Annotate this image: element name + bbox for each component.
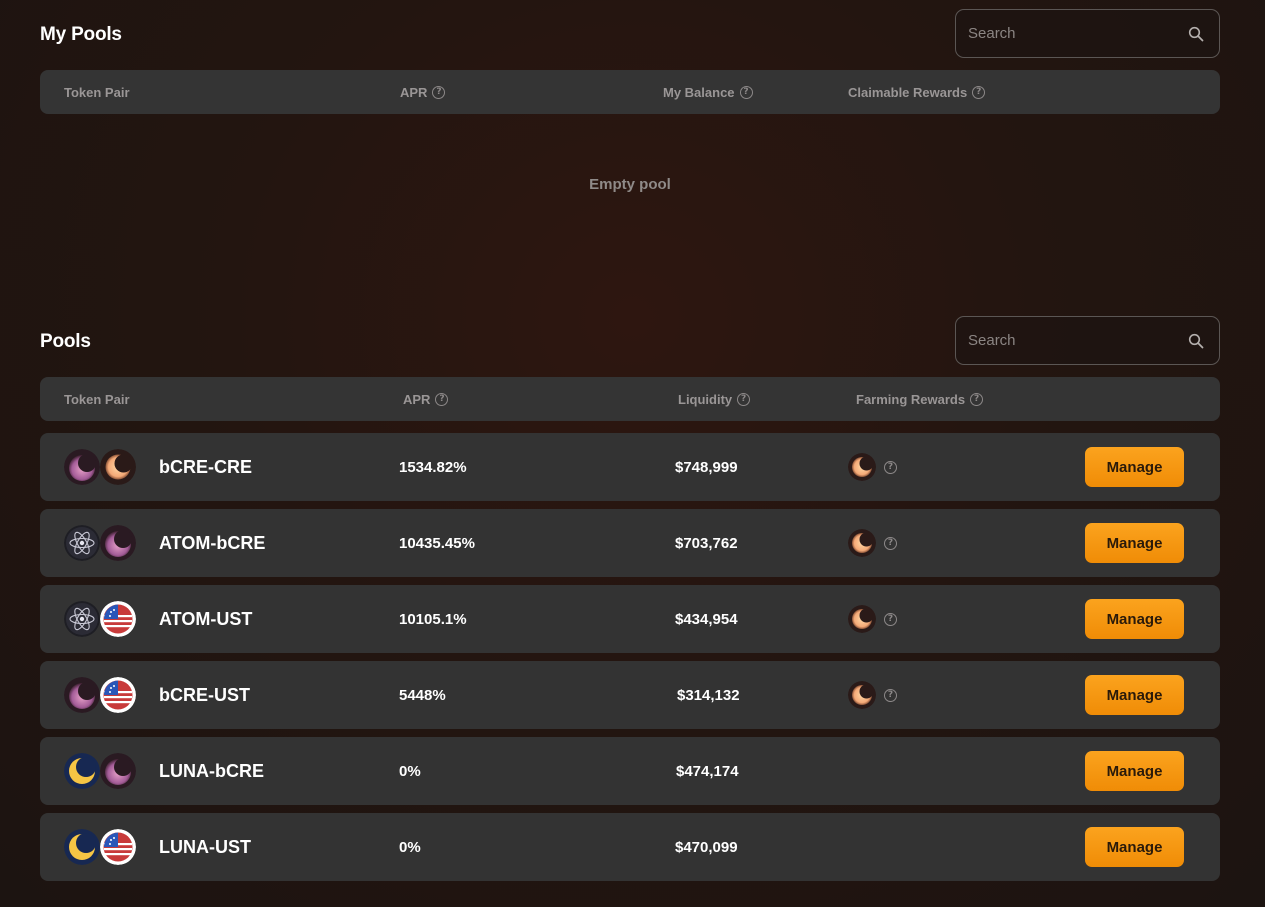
pool-row[interactable]: LUNA-UST 0% $470,099 Manage <box>40 813 1220 881</box>
pool-liquidity: $470,099 <box>675 838 738 856</box>
pools-search-box[interactable] <box>955 316 1220 365</box>
pool-row[interactable]: LUNA-bCRE 0% $474,174 Manage <box>40 737 1220 805</box>
search-icon[interactable] <box>1187 332 1205 350</box>
farming-rewards: ? <box>848 529 897 557</box>
col-liquidity: Liquidity? <box>678 377 751 421</box>
help-icon[interactable]: ? <box>884 536 897 550</box>
col-my-balance: My Balance? <box>663 70 753 114</box>
ust-token-icon <box>100 677 136 713</box>
col-token-pair: Token Pair <box>64 391 130 407</box>
luna-token-icon <box>64 829 100 865</box>
pool-row[interactable]: bCRE-CRE 1534.82% $748,999? Manage <box>40 433 1220 501</box>
atom-token-icon <box>64 601 100 637</box>
help-icon[interactable]: ? <box>884 612 897 626</box>
col-apr: APR? <box>400 70 446 114</box>
manage-button[interactable]: Manage <box>1085 447 1184 487</box>
pool-liquidity: $314,132 <box>677 686 740 704</box>
farming-rewards: ? <box>848 453 897 481</box>
col-token-pair: Token Pair <box>64 84 130 100</box>
pool-row[interactable]: bCRE-UST 5448% $314,132? Manage <box>40 661 1220 729</box>
my-pools-section: My Pools Token Pair APR? My Balance? Cla… <box>40 0 1220 300</box>
col-apr: APR? <box>403 377 449 421</box>
pool-apr: 0% <box>399 762 421 780</box>
help-icon[interactable]: ? <box>972 85 986 99</box>
pool-liquidity: $703,762 <box>675 534 738 552</box>
bcre-token-icon <box>64 449 100 485</box>
help-icon[interactable]: ? <box>432 85 446 99</box>
help-icon[interactable]: ? <box>435 392 449 406</box>
my-pools-search-box[interactable] <box>955 9 1220 58</box>
manage-button[interactable]: Manage <box>1085 827 1184 867</box>
farming-rewards: ? <box>848 681 897 709</box>
bcre-token-icon <box>100 525 136 561</box>
token-pair-name: bCRE-CRE <box>159 456 252 477</box>
luna-token-icon <box>64 753 100 789</box>
search-icon[interactable] <box>1187 25 1205 43</box>
token-pair-icons <box>64 677 136 713</box>
bcre-token-icon <box>64 677 100 713</box>
token-pair-icons <box>64 525 136 561</box>
cre-reward-icon <box>848 605 876 633</box>
help-icon[interactable]: ? <box>884 460 897 474</box>
col-claimable-rewards: Claimable Rewards? <box>848 70 986 114</box>
my-pools-table-header: Token Pair APR? My Balance? Claimable Re… <box>40 70 1220 114</box>
token-pair-icons <box>64 601 136 637</box>
cre-reward-icon <box>848 529 876 557</box>
cre-reward-icon <box>848 681 876 709</box>
help-icon[interactable]: ? <box>737 392 751 406</box>
pool-row[interactable]: ATOM-bCRE 10435.45% $703,762? Manage <box>40 509 1220 577</box>
manage-button[interactable]: Manage <box>1085 523 1184 563</box>
ust-token-icon <box>100 829 136 865</box>
pool-row[interactable]: ATOM-UST 10105.1% $434,954? Manage <box>40 585 1220 653</box>
cre-token-icon <box>100 449 136 485</box>
empty-pool-message: Empty pool <box>589 176 671 193</box>
help-icon[interactable]: ? <box>884 688 897 702</box>
manage-button[interactable]: Manage <box>1085 675 1184 715</box>
my-pools-title: My Pools <box>40 24 122 45</box>
token-pair-icons <box>64 753 136 789</box>
token-pair-icons <box>64 449 136 485</box>
token-pair-name: LUNA-bCRE <box>159 760 264 781</box>
token-pair-name: ATOM-bCRE <box>159 532 266 553</box>
pool-apr: 5448% <box>399 686 446 704</box>
farming-rewards: ? <box>848 605 897 633</box>
cre-reward-icon <box>848 453 876 481</box>
token-pair-name: bCRE-UST <box>159 684 250 705</box>
ust-token-icon <box>100 601 136 637</box>
pool-liquidity: $474,174 <box>676 762 739 780</box>
pools-section: Pools Token Pair APR? Liquidity? Farming… <box>40 307 1220 907</box>
pool-apr: 1534.82% <box>399 458 467 476</box>
token-pair-icons <box>64 829 136 865</box>
pools-search-input[interactable] <box>968 332 1187 349</box>
my-pools-search-input[interactable] <box>968 25 1187 42</box>
pool-liquidity: $748,999 <box>675 458 738 476</box>
pool-apr: 10105.1% <box>399 610 467 628</box>
atom-token-icon <box>64 525 100 561</box>
pool-apr: 10435.45% <box>399 534 475 552</box>
manage-button[interactable]: Manage <box>1085 751 1184 791</box>
manage-button[interactable]: Manage <box>1085 599 1184 639</box>
col-farming-rewards: Farming Rewards? <box>856 377 984 421</box>
pool-apr: 0% <box>399 838 421 856</box>
help-icon[interactable]: ? <box>739 85 753 99</box>
token-pair-name: LUNA-UST <box>159 836 251 857</box>
pools-title: Pools <box>40 331 91 352</box>
help-icon[interactable]: ? <box>970 392 984 406</box>
pools-table-header: Token Pair APR? Liquidity? Farming Rewar… <box>40 377 1220 421</box>
token-pair-name: ATOM-UST <box>159 608 253 629</box>
bcre-token-icon <box>100 753 136 789</box>
pool-liquidity: $434,954 <box>675 610 738 628</box>
